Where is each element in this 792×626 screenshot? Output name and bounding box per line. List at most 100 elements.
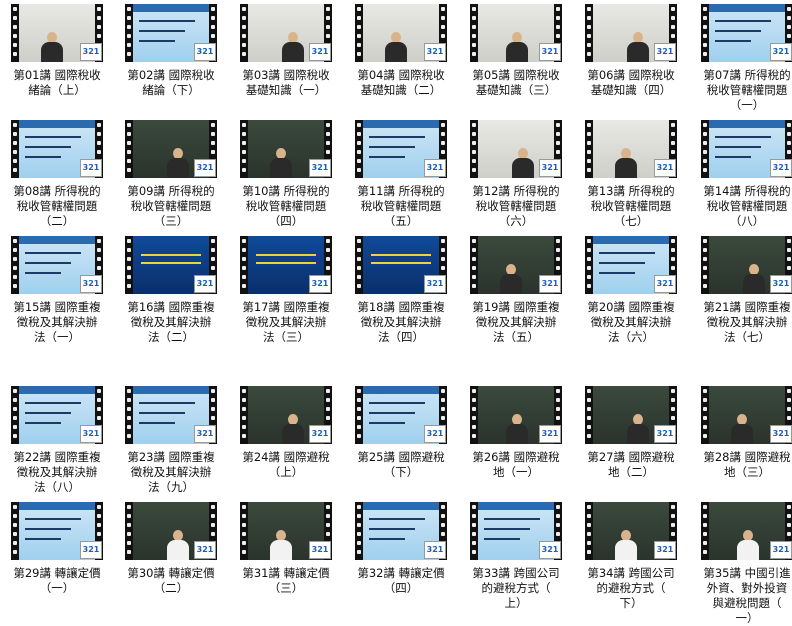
lesson-title-link[interactable]: 第05講 國際稅收 基礎知識（三） — [459, 68, 573, 98]
lesson-item[interactable]: 321 第28講 國際避稅 地（三） — [690, 386, 792, 480]
video-thumbnail[interactable]: 321 — [585, 120, 677, 178]
lesson-item[interactable]: 321 第20講 國際重複 徵稅及其解決辦 法（六） — [574, 236, 688, 345]
video-thumbnail[interactable]: 321 — [701, 386, 792, 444]
lesson-title-link[interactable]: 第07講 所得稅的 稅收管轄權問題 （一） — [690, 68, 792, 113]
video-thumbnail[interactable]: 321 — [355, 386, 447, 444]
video-thumbnail[interactable]: 321 — [701, 502, 792, 560]
lesson-title-link[interactable]: 第01講 國際稅收 緒論（上） — [0, 68, 114, 98]
lesson-item[interactable]: 321 第04講 國際稅收 基礎知識（二） — [344, 4, 458, 98]
lesson-item[interactable]: 321 第12講 所得稅的 稅收管轄權問題 （六） — [459, 120, 573, 229]
video-thumbnail[interactable]: 321 — [240, 502, 332, 560]
lesson-title-link[interactable]: 第28講 國際避稅 地（三） — [690, 450, 792, 480]
lesson-title-link[interactable]: 第32講 轉讓定價 （四） — [344, 566, 458, 596]
lesson-title-link[interactable]: 第04講 國際稅收 基礎知識（二） — [344, 68, 458, 98]
lesson-item[interactable]: 321 第34講 跨國公司 的避稅方式（ 下） — [574, 502, 688, 611]
lesson-item[interactable]: 321 第10講 所得稅的 稅收管轄權問題 （四） — [229, 120, 343, 229]
lesson-item[interactable]: 321 第08講 所得稅的 稅收管轄權問題 （二） — [0, 120, 114, 229]
lesson-item[interactable]: 321 第32講 轉讓定價 （四） — [344, 502, 458, 596]
lesson-title-link[interactable]: 第06講 國際稅收 基礎知識（四） — [574, 68, 688, 98]
lesson-title-link[interactable]: 第31講 轉讓定價 （三） — [229, 566, 343, 596]
lesson-title-link[interactable]: 第11講 所得稅的 稅收管轄權問題 （五） — [344, 184, 458, 229]
lesson-item[interactable]: 321 第01講 國際稅收 緒論（上） — [0, 4, 114, 98]
lesson-item[interactable]: 321 第27講 國際避稅 地（二） — [574, 386, 688, 480]
video-thumbnail[interactable]: 321 — [11, 236, 103, 294]
lesson-title-link[interactable]: 第33講 跨國公司 的避稅方式（ 上） — [459, 566, 573, 611]
lesson-item[interactable]: 321 第31講 轉讓定價 （三） — [229, 502, 343, 596]
lesson-item[interactable]: 321 第23講 國際重複 徵稅及其解決辦 法（九） — [114, 386, 228, 495]
video-thumbnail[interactable]: 321 — [125, 236, 217, 294]
video-thumbnail[interactable]: 321 — [701, 120, 792, 178]
video-thumbnail[interactable]: 321 — [240, 4, 332, 62]
lesson-title-link[interactable]: 第13講 所得稅的 稅收管轄權問題 （七） — [574, 184, 688, 229]
lesson-title-link[interactable]: 第22講 國際重複 徵稅及其解決辦 法（八） — [0, 450, 114, 495]
video-thumbnail[interactable]: 321 — [240, 120, 332, 178]
lesson-item[interactable]: 321 第29講 轉讓定價 （一） — [0, 502, 114, 596]
video-thumbnail[interactable]: 321 — [585, 502, 677, 560]
lesson-item[interactable]: 321 第21講 國際重複 徵稅及其解決辦 法（七） — [690, 236, 792, 345]
video-thumbnail[interactable]: 321 — [585, 4, 677, 62]
lesson-item[interactable]: 321 第06講 國際稅收 基礎知識（四） — [574, 4, 688, 98]
lesson-title-link[interactable]: 第20講 國際重複 徵稅及其解決辦 法（六） — [574, 300, 688, 345]
lesson-title-link[interactable]: 第15講 國際重複 徵稅及其解決辦 法（一） — [0, 300, 114, 345]
video-thumbnail[interactable]: 321 — [470, 236, 562, 294]
video-thumbnail[interactable]: 321 — [470, 4, 562, 62]
video-thumbnail[interactable]: 321 — [470, 502, 562, 560]
video-thumbnail[interactable]: 321 — [11, 4, 103, 62]
lesson-item[interactable]: 321 第24講 國際避稅 （上） — [229, 386, 343, 480]
video-thumbnail[interactable]: 321 — [701, 236, 792, 294]
video-thumbnail[interactable]: 321 — [125, 386, 217, 444]
lesson-title-link[interactable]: 第10講 所得稅的 稅收管轄權問題 （四） — [229, 184, 343, 229]
video-thumbnail[interactable]: 321 — [701, 4, 792, 62]
video-thumbnail[interactable]: 321 — [470, 120, 562, 178]
lesson-title-link[interactable]: 第23講 國際重複 徵稅及其解決辦 法（九） — [114, 450, 228, 495]
lesson-item[interactable]: 321 第07講 所得稅的 稅收管轄權問題 （一） — [690, 4, 792, 113]
video-thumbnail[interactable]: 321 — [125, 120, 217, 178]
lesson-title-link[interactable]: 第03講 國際稅收 基礎知識（一） — [229, 68, 343, 98]
lesson-title-link[interactable]: 第14講 所得稅的 稅收管轄權問題 （八） — [690, 184, 792, 229]
video-thumbnail[interactable]: 321 — [11, 120, 103, 178]
lesson-item[interactable]: 321 第13講 所得稅的 稅收管轄權問題 （七） — [574, 120, 688, 229]
lesson-item[interactable]: 321 第11講 所得稅的 稅收管轄權問題 （五） — [344, 120, 458, 229]
lesson-title-link[interactable]: 第08講 所得稅的 稅收管轄權問題 （二） — [0, 184, 114, 229]
video-thumbnail[interactable]: 321 — [11, 386, 103, 444]
lesson-item[interactable]: 321 第22講 國際重複 徵稅及其解決辦 法（八） — [0, 386, 114, 495]
lesson-title-link[interactable]: 第02講 國際稅收 緒論（下） — [114, 68, 228, 98]
lesson-item[interactable]: 321 第17講 國際重複 徵稅及其解決辦 法（三） — [229, 236, 343, 345]
lesson-item[interactable]: 321 第35講 中國引進 外資、對外投資 與避稅問題（ 一） — [690, 502, 792, 626]
lesson-item[interactable]: 321 第26講 國際避稅 地（一） — [459, 386, 573, 480]
lesson-item[interactable]: 321 第05講 國際稅收 基礎知識（三） — [459, 4, 573, 98]
video-thumbnail[interactable]: 321 — [355, 4, 447, 62]
lesson-item[interactable]: 321 第14講 所得稅的 稅收管轄權問題 （八） — [690, 120, 792, 229]
lesson-item[interactable]: 321 第18講 國際重複 徵稅及其解決辦 法（四） — [344, 236, 458, 345]
lesson-title-link[interactable]: 第34講 跨國公司 的避稅方式（ 下） — [574, 566, 688, 611]
lesson-title-link[interactable]: 第12講 所得稅的 稅收管轄權問題 （六） — [459, 184, 573, 229]
lesson-item[interactable]: 321 第25講 國際避稅 （下） — [344, 386, 458, 480]
lesson-item[interactable]: 321 第33講 跨國公司 的避稅方式（ 上） — [459, 502, 573, 611]
lesson-item[interactable]: 321 第02講 國際稅收 緒論（下） — [114, 4, 228, 98]
lesson-title-link[interactable]: 第25講 國際避稅 （下） — [344, 450, 458, 480]
lesson-title-link[interactable]: 第24講 國際避稅 （上） — [229, 450, 343, 480]
lesson-title-link[interactable]: 第16講 國際重複 徵稅及其解決辦 法（二） — [114, 300, 228, 345]
video-thumbnail[interactable]: 321 — [125, 4, 217, 62]
video-thumbnail[interactable]: 321 — [470, 386, 562, 444]
video-thumbnail[interactable]: 321 — [11, 502, 103, 560]
lesson-title-link[interactable]: 第18講 國際重複 徵稅及其解決辦 法（四） — [344, 300, 458, 345]
video-thumbnail[interactable]: 321 — [585, 386, 677, 444]
lesson-title-link[interactable]: 第29講 轉讓定價 （一） — [0, 566, 114, 596]
lesson-item[interactable]: 321 第19講 國際重複 徵稅及其解決辦 法（五） — [459, 236, 573, 345]
lesson-item[interactable]: 321 第15講 國際重複 徵稅及其解決辦 法（一） — [0, 236, 114, 345]
video-thumbnail[interactable]: 321 — [585, 236, 677, 294]
lesson-item[interactable]: 321 第03講 國際稅收 基礎知識（一） — [229, 4, 343, 98]
lesson-title-link[interactable]: 第21講 國際重複 徵稅及其解決辦 法（七） — [690, 300, 792, 345]
video-thumbnail[interactable]: 321 — [355, 502, 447, 560]
lesson-item[interactable]: 321 第09講 所得稅的 稅收管轄權問題 （三） — [114, 120, 228, 229]
video-thumbnail[interactable]: 321 — [125, 502, 217, 560]
video-thumbnail[interactable]: 321 — [355, 236, 447, 294]
video-thumbnail[interactable]: 321 — [355, 120, 447, 178]
video-thumbnail[interactable]: 321 — [240, 386, 332, 444]
video-thumbnail[interactable]: 321 — [240, 236, 332, 294]
lesson-title-link[interactable]: 第30講 轉讓定價 （二） — [114, 566, 228, 596]
lesson-title-link[interactable]: 第35講 中國引進 外資、對外投資 與避稅問題（ 一） — [690, 566, 792, 626]
lesson-title-link[interactable]: 第27講 國際避稅 地（二） — [574, 450, 688, 480]
lesson-item[interactable]: 321 第16講 國際重複 徵稅及其解決辦 法（二） — [114, 236, 228, 345]
